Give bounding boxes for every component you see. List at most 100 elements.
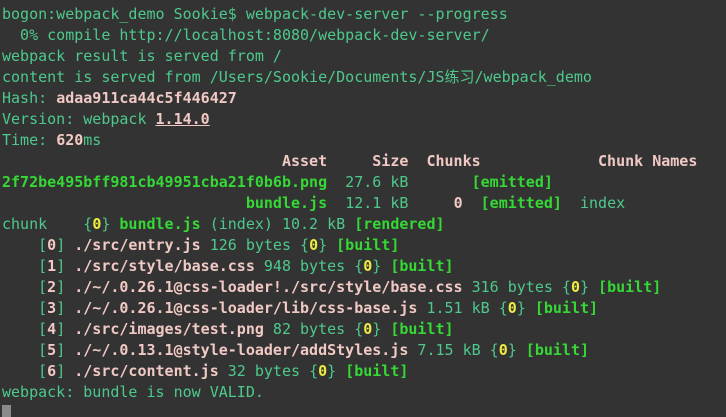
- text-segment: ./~/.0.26.1@css-loader/lib/css-base.js: [74, 299, 417, 317]
- text-segment: [built]: [345, 362, 408, 380]
- text-segment: [built]: [390, 257, 453, 275]
- text-segment: ]: [56, 257, 74, 275]
- module-row-6: [6] ./src/content.js 32 bytes {0} [built…: [2, 361, 726, 382]
- text-segment: ms: [83, 131, 101, 149]
- text-segment: ./~/.0.26.1@css-loader!./src/style/base.…: [74, 278, 462, 296]
- text-segment: ./src/style/base.css: [74, 257, 255, 275]
- text-segment: 0: [309, 236, 318, 254]
- module-row-2: [2] ./~/.0.26.1@css-loader!./src/style/b…: [2, 277, 726, 298]
- text-segment: [emitted]: [472, 173, 553, 191]
- text-segment: }: [372, 257, 381, 275]
- text-segment: Version: webpack: [2, 110, 156, 128]
- text-segment: 1.51 kB: [417, 299, 498, 317]
- text-segment: [rendered]: [354, 215, 444, 233]
- assets-table-header: Asset Size Chunks Chunk Names: [2, 151, 726, 172]
- text-segment: bogon:webpack_demo Sookie$ webpack-dev-s…: [2, 5, 508, 23]
- text-segment: ./~/.0.13.1@style-loader/addStyles.js: [74, 341, 408, 359]
- text-segment: 0: [508, 299, 517, 317]
- text-segment: [408, 173, 471, 191]
- text-segment: [526, 299, 535, 317]
- text-segment: 6: [47, 362, 56, 380]
- text-segment: [built]: [535, 299, 598, 317]
- text-segment: 0: [318, 362, 327, 380]
- text-segment: [381, 320, 390, 338]
- text-segment: [built]: [598, 278, 661, 296]
- module-row-5: [5] ./~/.0.13.1@style-loader/addStyles.j…: [2, 340, 726, 361]
- text-segment: 0: [454, 194, 463, 212]
- text-segment: webpack result is served from /: [2, 47, 282, 65]
- text-segment: [: [2, 257, 47, 275]
- text-segment: content is served from /Users/Sookie/Doc…: [2, 68, 592, 86]
- text-segment: [: [2, 236, 47, 254]
- text-segment: webpack: bundle is now VALID.: [2, 383, 264, 401]
- text-segment: [589, 278, 598, 296]
- text-segment: 7.15 kB: [408, 341, 489, 359]
- module-row-0: [0] ./src/entry.js 126 bytes {0} [built]: [2, 235, 726, 256]
- text-segment: }: [580, 278, 589, 296]
- text-segment: [327, 236, 336, 254]
- asset-row-png: 2f72be495bff981cb49951cba21f0b6b.png 27.…: [2, 172, 726, 193]
- text-segment: }: [318, 236, 327, 254]
- text-segment: 12.1 kB: [345, 194, 408, 212]
- text-segment: ]: [56, 320, 74, 338]
- text-segment: 2f72be495bff981cb49951cba21f0b6b.png: [2, 173, 327, 191]
- text-segment: 32 bytes: [219, 362, 309, 380]
- text-segment: {: [83, 215, 92, 233]
- text-segment: }: [372, 320, 381, 338]
- result-served-line: webpack result is served from /: [2, 46, 726, 67]
- terminal-cursor: [2, 405, 11, 417]
- text-segment: 82 bytes: [264, 320, 354, 338]
- text-segment: 316 bytes: [463, 278, 562, 296]
- terminal-window[interactable]: bogon:webpack_demo Sookie$ webpack-dev-s…: [0, 0, 726, 417]
- text-segment: bundle.js: [119, 215, 200, 233]
- text-segment: [463, 194, 481, 212]
- text-segment: }: [508, 341, 517, 359]
- text-segment: chunk: [2, 215, 83, 233]
- text-segment: 1.14.0: [156, 110, 210, 128]
- text-segment: [: [2, 341, 47, 359]
- text-segment: ]: [56, 278, 74, 296]
- text-segment: ]: [56, 341, 74, 359]
- text-segment: [: [2, 299, 47, 317]
- text-segment: {: [562, 278, 571, 296]
- text-segment: [562, 194, 580, 212]
- text-segment: [built]: [336, 236, 399, 254]
- text-segment: adaa911ca44c5f446427: [56, 89, 237, 107]
- text-segment: [517, 341, 526, 359]
- asset-row-bundle: bundle.js 12.1 kB 0 [emitted] index: [2, 193, 726, 214]
- text-segment: 1: [47, 257, 56, 275]
- text-segment: 0: [363, 320, 372, 338]
- text-segment: 3: [47, 299, 56, 317]
- content-served-line: content is served from /Users/Sookie/Doc…: [2, 67, 726, 88]
- text-segment: 0: [499, 341, 508, 359]
- text-segment: 0: [363, 257, 372, 275]
- text-segment: Time:: [2, 131, 56, 149]
- text-segment: {: [354, 320, 363, 338]
- text-segment: 27.6 kB: [345, 173, 408, 191]
- text-segment: [408, 194, 453, 212]
- text-segment: Asset Size Chunks Chunk Names: [2, 152, 697, 170]
- text-segment: [381, 257, 390, 275]
- text-segment: {: [490, 341, 499, 359]
- progress-line: 0% compile http://localhost:8080/webpack…: [2, 25, 726, 46]
- text-segment: 126 bytes: [201, 236, 300, 254]
- text-segment: (index) 10.2 kB: [201, 215, 355, 233]
- terminal-output: bogon:webpack_demo Sookie$ webpack-dev-s…: [2, 4, 726, 417]
- text-segment: 2: [47, 278, 56, 296]
- text-segment: 0: [571, 278, 580, 296]
- text-segment: [: [2, 362, 47, 380]
- text-segment: {: [309, 362, 318, 380]
- module-row-1: [1] ./src/style/base.css 948 bytes {0} […: [2, 256, 726, 277]
- text-segment: [327, 173, 345, 191]
- bundle-status-line: webpack: bundle is now VALID.: [2, 382, 726, 403]
- text-segment: 0: [92, 215, 101, 233]
- text-segment: index: [580, 194, 625, 212]
- chunk-line: chunk {0} bundle.js (index) 10.2 kB [ren…: [2, 214, 726, 235]
- text-segment: ./src/images/test.png: [74, 320, 264, 338]
- text-segment: 0: [47, 236, 56, 254]
- version-line: Version: webpack 1.14.0: [2, 109, 726, 130]
- text-segment: [: [2, 320, 47, 338]
- text-segment: 0% compile http://localhost:8080/webpack…: [2, 26, 490, 44]
- module-row-3: [3] ./~/.0.26.1@css-loader/lib/css-base.…: [2, 298, 726, 319]
- text-segment: bundle.js: [246, 194, 327, 212]
